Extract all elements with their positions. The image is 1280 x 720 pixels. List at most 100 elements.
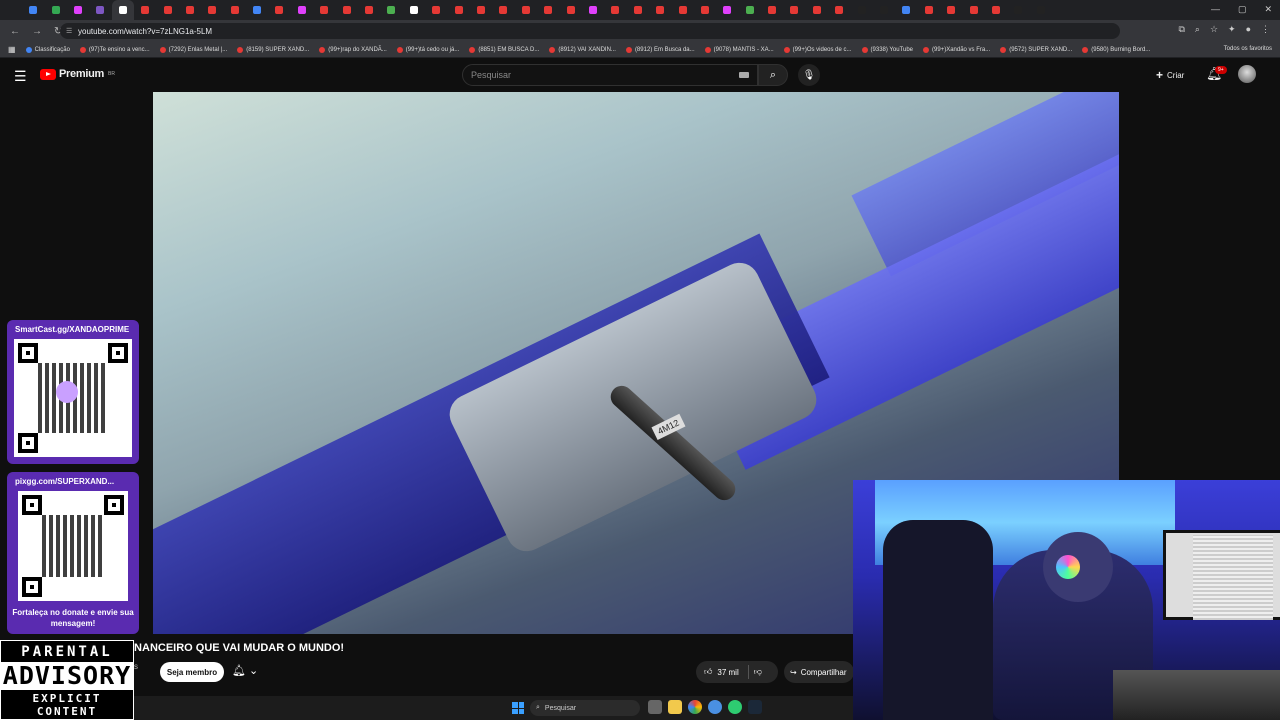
file-explorer-icon[interactable] (668, 700, 682, 714)
windows-start-icon[interactable] (512, 702, 524, 714)
bookmark-item[interactable]: (8912) VAI XANDIN... (549, 46, 616, 53)
bookmark-item[interactable]: (7292) Enlas Metal |... (159, 46, 227, 53)
browser-tab[interactable] (739, 0, 761, 20)
bookmark-item[interactable]: (99+)tá cedo ou já... (396, 46, 459, 53)
browser-tab[interactable] (111, 0, 134, 20)
browser-tab[interactable] (425, 0, 447, 20)
channel-name[interactable]: s (134, 662, 138, 671)
browser-tab[interactable] (335, 0, 357, 20)
browser-tab[interactable] (940, 0, 962, 20)
search-button[interactable]: ⌕ (758, 64, 788, 86)
browser-tab[interactable] (447, 0, 469, 20)
browser-tab[interactable] (1030, 0, 1052, 20)
cast-icon[interactable]: ⧉ (1178, 24, 1184, 35)
app-icon[interactable] (728, 700, 742, 714)
browser-tab[interactable] (134, 0, 156, 20)
browser-tab[interactable] (828, 0, 850, 20)
zoom-icon[interactable]: ⌕ (1195, 24, 1200, 35)
avatar[interactable] (1238, 65, 1256, 83)
browser-tab[interactable] (380, 0, 402, 20)
browser-tab[interactable] (850, 0, 872, 20)
steam-icon[interactable] (748, 700, 762, 714)
bookmark-star-icon[interactable]: ☆ (1210, 24, 1218, 35)
bookmark-item[interactable]: (8912) Em Busca da... (625, 46, 695, 53)
browser-tab[interactable] (537, 0, 559, 20)
browser-tab[interactable] (962, 0, 984, 20)
subscription-bell-icon[interactable]: 🔔︎ ⌄ (232, 664, 258, 677)
browser-tab[interactable] (246, 0, 268, 20)
apps-icon[interactable]: ▦ (8, 45, 16, 54)
browser-tab[interactable] (627, 0, 649, 20)
bookmark-item[interactable]: (99+)Xandão vs Fra... (923, 46, 990, 53)
maximize-icon[interactable]: ▢ (1238, 4, 1247, 15)
dislike-icon[interactable]: 👎︎ (754, 667, 762, 677)
minimize-icon[interactable]: — (1211, 4, 1220, 15)
bookmark-item[interactable]: (9572) SUPER XAND... (1000, 46, 1072, 53)
close-window-icon[interactable]: ✕ (1264, 4, 1272, 15)
browser-tab[interactable] (224, 0, 246, 20)
site-info-icon[interactable]: ☰ (66, 27, 72, 35)
bookmark-item[interactable]: (97)Te ensino a venc... (79, 46, 150, 53)
keyboard-icon[interactable] (739, 72, 749, 78)
chrome-icon[interactable] (688, 700, 702, 714)
browser-tab[interactable] (895, 0, 917, 20)
browser-tab[interactable] (492, 0, 514, 20)
browser-tab[interactable] (313, 0, 335, 20)
browser-tab[interactable] (67, 0, 89, 20)
browser-tab[interactable] (694, 0, 716, 20)
browser-tab[interactable] (22, 0, 44, 20)
profile-icon[interactable]: ● (1246, 24, 1251, 35)
share-button[interactable]: ↪ Compartilhar (784, 661, 854, 683)
browser-tab[interactable] (156, 0, 178, 20)
bookmark-item[interactable]: (99+)rap do XANDÃ... (319, 46, 387, 53)
like-count[interactable]: 37 mil (717, 668, 738, 677)
youtube-logo[interactable]: Premium BR (40, 68, 115, 80)
forward-icon[interactable]: → (32, 26, 42, 37)
bookmark-item[interactable]: (8159) SUPER XAND... (237, 46, 309, 53)
omnibox[interactable]: ☰ youtube.com/watch?v=7zLNG1a-5LM (60, 23, 1120, 39)
browser-tab[interactable] (604, 0, 626, 20)
all-bookmarks[interactable]: Todos os favoritos (1224, 46, 1272, 52)
browser-tab[interactable] (806, 0, 828, 20)
browser-tab[interactable] (783, 0, 805, 20)
browser-tab[interactable] (201, 0, 223, 20)
join-button[interactable]: Seja membro (160, 662, 224, 682)
bookmark-item[interactable]: Classificação (25, 46, 70, 53)
settings-icon[interactable] (708, 700, 722, 714)
browser-tab[interactable] (1007, 0, 1029, 20)
browser-tab[interactable] (716, 0, 738, 20)
extensions-icon[interactable]: ✦ (1228, 24, 1236, 35)
browser-tab[interactable] (671, 0, 693, 20)
browser-tab[interactable] (873, 0, 895, 20)
task-view-icon[interactable] (648, 700, 662, 714)
kebab-menu-icon[interactable]: ⋮ (1261, 24, 1270, 35)
browser-tab[interactable] (291, 0, 313, 20)
back-icon[interactable]: ← (10, 26, 20, 37)
bookmark-item[interactable]: (9580) Burning Bord... (1082, 46, 1150, 53)
tab-favicon-icon (275, 6, 284, 14)
browser-tab[interactable] (649, 0, 671, 20)
browser-tab[interactable] (358, 0, 380, 20)
hamburger-menu-icon[interactable]: ☰ (14, 68, 27, 85)
browser-tab[interactable] (918, 0, 940, 20)
search-input[interactable]: Pesquisar (462, 64, 758, 86)
taskbar-search[interactable]: ⌕ Pesquisar (530, 700, 640, 716)
browser-tab[interactable] (985, 0, 1007, 20)
bookmark-item[interactable]: (99+)Os videos de c... (783, 46, 852, 53)
like-icon[interactable]: 👍︎ (704, 667, 712, 677)
browser-tab[interactable] (515, 0, 537, 20)
browser-tab[interactable] (179, 0, 201, 20)
bookmark-item[interactable]: (9078) MANTIS - XA... (704, 46, 774, 53)
browser-tab[interactable] (89, 0, 111, 20)
browser-tab[interactable] (268, 0, 290, 20)
bookmark-item[interactable]: (9338) YouTube (861, 46, 913, 53)
create-button[interactable]: + Criar (1156, 68, 1184, 82)
browser-tab[interactable] (761, 0, 783, 20)
browser-tab[interactable] (470, 0, 492, 20)
voice-search-button[interactable]: 🎙︎ (798, 64, 820, 86)
browser-tab[interactable] (403, 0, 425, 20)
bookmark-item[interactable]: (8851) EM BUSCA D... (469, 46, 539, 53)
browser-tab[interactable] (582, 0, 604, 20)
browser-tab[interactable] (559, 0, 581, 20)
browser-tab[interactable] (44, 0, 66, 20)
